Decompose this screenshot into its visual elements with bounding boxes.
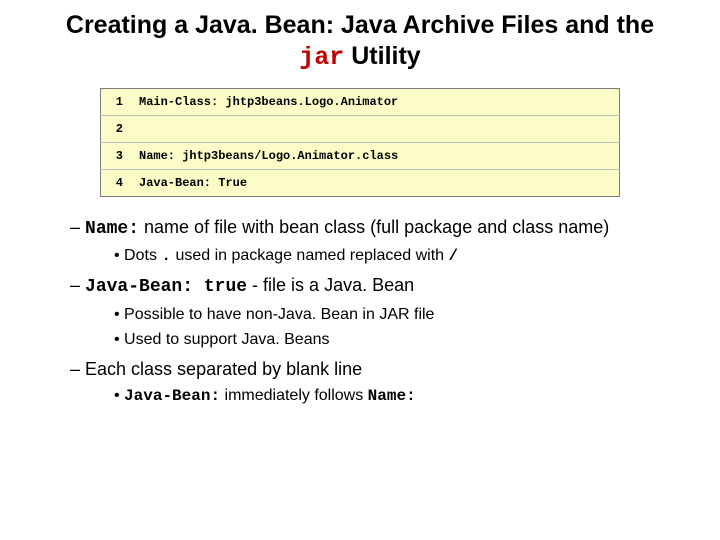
line-number: 4 — [101, 169, 132, 196]
slide: Creating a Java. Bean: Java Archive File… — [0, 0, 720, 430]
sub-bullet-dots: Dots . used in package named replaced wi… — [114, 245, 680, 268]
code-row: 2 — [101, 115, 620, 142]
bullet-text: immediately follows — [220, 387, 368, 404]
bullet-text: Each class separated by blank line — [85, 359, 362, 379]
title-prefix: Creating a Java. Bean: Java Archive File… — [66, 11, 654, 39]
line-number: 3 — [101, 142, 132, 169]
bullet-name: Name: name of file with bean class (full… — [70, 215, 680, 241]
code-line: Java-Bean: True — [131, 169, 620, 196]
inline-code: . — [161, 247, 171, 265]
code-line: Name: jhtp3beans/Logo.Animator.class — [131, 142, 620, 169]
line-number: 2 — [101, 115, 132, 142]
slide-title: Creating a Java. Bean: Java Archive File… — [40, 10, 680, 74]
code-line: Main-Class: jhtp3beans.Logo.Animator — [131, 88, 620, 115]
bullet-text: Used to support Java. Beans — [124, 331, 329, 348]
bullet-text: Dots — [124, 247, 161, 264]
bullet-text: Possible to have non-Java. Bean in JAR f… — [124, 306, 434, 323]
code-row: 4 Java-Bean: True — [101, 169, 620, 196]
bullet-text: - file is a Java. Bean — [247, 275, 414, 295]
slide-content: Name: name of file with bean class (full… — [40, 215, 680, 408]
title-suffix: Utility — [344, 42, 420, 70]
inline-code: Name: — [368, 387, 416, 405]
bullet-blankline: Each class separated by blank line — [70, 357, 680, 381]
inline-code: Java-Bean: — [124, 387, 220, 405]
line-number: 1 — [101, 88, 132, 115]
code-box: 1 Main-Class: jhtp3beans.Logo.Animator 2… — [100, 88, 620, 197]
sub-bullet-follows: Java-Bean: immediately follows Name: — [114, 385, 680, 408]
sub-bullet-nonjb: Possible to have non-Java. Bean in JAR f… — [114, 304, 680, 326]
bullet-text: used in package named replaced with — [171, 247, 449, 264]
sub-bullet-support: Used to support Java. Beans — [114, 329, 680, 351]
bullet-text: name of file with bean class (full packa… — [139, 217, 609, 237]
inline-code: Name: — [85, 219, 139, 239]
code-line — [131, 115, 620, 142]
inline-code: / — [449, 247, 459, 265]
code-row: 3 Name: jhtp3beans/Logo.Animator.class — [101, 142, 620, 169]
code-row: 1 Main-Class: jhtp3beans.Logo.Animator — [101, 88, 620, 115]
inline-code: Java-Bean: true — [85, 277, 247, 297]
bullet-javabean: Java-Bean: true - file is a Java. Bean — [70, 273, 680, 299]
title-code: jar — [299, 43, 344, 72]
